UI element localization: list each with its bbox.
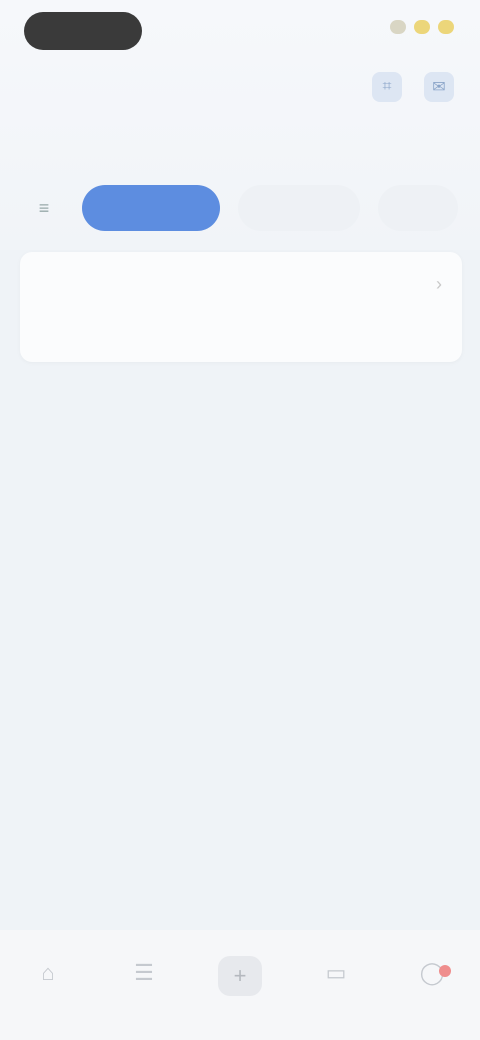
top-actions: ⌗ ✉ bbox=[372, 72, 454, 102]
scan-icon[interactable]: ⌗ bbox=[372, 72, 402, 102]
status-bar-pill bbox=[24, 12, 142, 50]
app-screen: ⌗ ✉ ≡ › ⌂ ☰ + ▭ ◯ bbox=[0, 0, 480, 1040]
chevron-right-icon[interactable]: › bbox=[436, 274, 442, 295]
filter-chip-active[interactable] bbox=[82, 185, 220, 231]
notification-badge bbox=[439, 965, 451, 977]
signal-icon bbox=[390, 20, 406, 34]
nav-item-add[interactable]: + bbox=[200, 956, 280, 1004]
nav-item-list[interactable]: ☰ bbox=[104, 956, 184, 998]
list-card[interactable]: › bbox=[20, 252, 462, 362]
filter-chip[interactable] bbox=[378, 185, 458, 231]
wifi-icon bbox=[414, 20, 430, 34]
battery-icon bbox=[438, 20, 454, 34]
nav-item-home[interactable]: ⌂ bbox=[8, 956, 88, 998]
message-icon[interactable]: ✉ bbox=[424, 72, 454, 102]
wallet-icon: ▭ bbox=[325, 960, 347, 985]
nav-item-wallet[interactable]: ▭ bbox=[296, 956, 376, 998]
status-indicators bbox=[390, 20, 454, 34]
nav-item-user[interactable]: ◯ bbox=[392, 956, 472, 998]
home-icon: ⌂ bbox=[41, 960, 55, 985]
list-icon: ☰ bbox=[134, 960, 154, 985]
add-icon: + bbox=[218, 956, 262, 996]
bottom-nav: ⌂ ☰ + ▭ ◯ bbox=[0, 930, 480, 1040]
header: ⌗ ✉ ≡ bbox=[0, 0, 480, 250]
page-title bbox=[26, 70, 126, 100]
user-icon: ◯ bbox=[415, 956, 451, 990]
filter-chip[interactable] bbox=[238, 185, 360, 231]
filter-icon[interactable]: ≡ bbox=[24, 188, 64, 228]
filter-row: ≡ bbox=[24, 182, 480, 234]
